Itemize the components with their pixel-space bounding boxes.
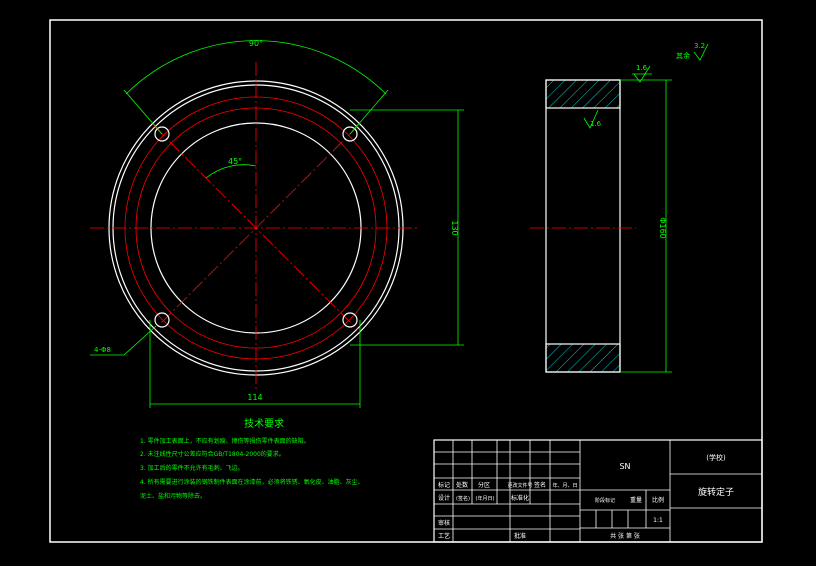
sheet-info: 共 张 第 张	[610, 532, 640, 540]
label-nianyueri-paren: (年月日)	[476, 495, 495, 502]
label-qianming-paren: (签名)	[456, 495, 470, 502]
bolt-hole	[154, 312, 170, 328]
school-label: (学校)	[706, 453, 726, 462]
angle-90-ext-left	[123, 89, 163, 135]
roughness-top-label: 1.6	[636, 64, 648, 72]
angle-45-arc	[205, 164, 257, 179]
label-sheji: 设计	[438, 494, 450, 502]
label-gongyi: 工艺	[438, 532, 450, 540]
side-view: Φ160 1.6 1.6 3.2 其余	[530, 42, 709, 373]
drawing-border	[49, 19, 763, 543]
scale-value: 1:1	[653, 517, 663, 524]
note-line: 泥土、盐和污物等除去。	[140, 492, 206, 500]
label-jieduan: 阶段标记	[595, 497, 615, 504]
label-biaozhunhua: 标准化	[511, 494, 529, 502]
label-shenhe: 审核	[438, 519, 450, 527]
material-label: SN	[619, 462, 630, 471]
label-qianming: 签名	[534, 481, 546, 489]
dim-114-label: 114	[247, 393, 262, 402]
note-line: 1. 零件加工表面上，不应有划痕、擦伤等损伤零件表面的缺陷。	[140, 437, 310, 445]
bolt-hole	[342, 312, 358, 328]
dim-130-label: 130	[450, 220, 459, 235]
label-fenqu: 分区	[478, 481, 490, 489]
roughness-inner-label: 1.6	[590, 120, 602, 128]
front-view: 90° 45° 130 114 4-Φ8	[90, 39, 464, 408]
label-pizhun: 批准	[514, 532, 526, 540]
drawing-canvas: 90° 45° 130 114 4-Φ8 Φ160 1.6 1.6 3.2 其余…	[49, 19, 763, 543]
side-hatch-top	[545, 79, 621, 109]
side-hatch-bottom	[545, 343, 621, 373]
angle-45-label: 45°	[228, 157, 242, 166]
label-zhongliang: 重量	[630, 496, 642, 504]
roughness-rest-label: 3.2	[694, 42, 705, 50]
roughness-rest-text: 其余	[676, 51, 690, 60]
side-body-outline	[545, 79, 621, 373]
angle-90-label: 90°	[249, 39, 263, 48]
label-biaoji: 标记	[438, 481, 450, 489]
note-line: 2. 未注线性尺寸公差应符合GB/T1804-2000的要求。	[140, 450, 285, 458]
technical-notes: 技术要求 1. 零件加工表面上，不应有划痕、擦伤等损伤零件表面的缺陷。 2. 未…	[140, 417, 364, 500]
label-chushu: 处数	[456, 481, 468, 489]
note-line: 3. 加工后的零件不允许有毛刺、飞边。	[140, 464, 244, 472]
label-bili: 比例	[652, 496, 664, 504]
label-gengaiwenjian: 更改文件号	[507, 482, 532, 489]
part-name: 旋转定子	[698, 486, 734, 498]
dim-160-label: Φ160	[658, 217, 667, 239]
angle-90-ext-right	[349, 89, 389, 135]
label-nianyueri: 年、月、日	[552, 482, 577, 489]
title-block-text: SN (学校) 旋转定子 标记 处数 分区 更改文件号 签名 年、月、日 设计 …	[438, 453, 734, 540]
hole-callout-label: 4-Φ8	[94, 346, 111, 354]
note-line: 4. 所有需要进行涂装的钢铁制件表面在涂漆前，必须将铁锈、氧化皮、油脂、灰尘、	[140, 478, 364, 486]
notes-title: 技术要求	[244, 417, 284, 430]
hole-callout-leader	[123, 325, 157, 356]
